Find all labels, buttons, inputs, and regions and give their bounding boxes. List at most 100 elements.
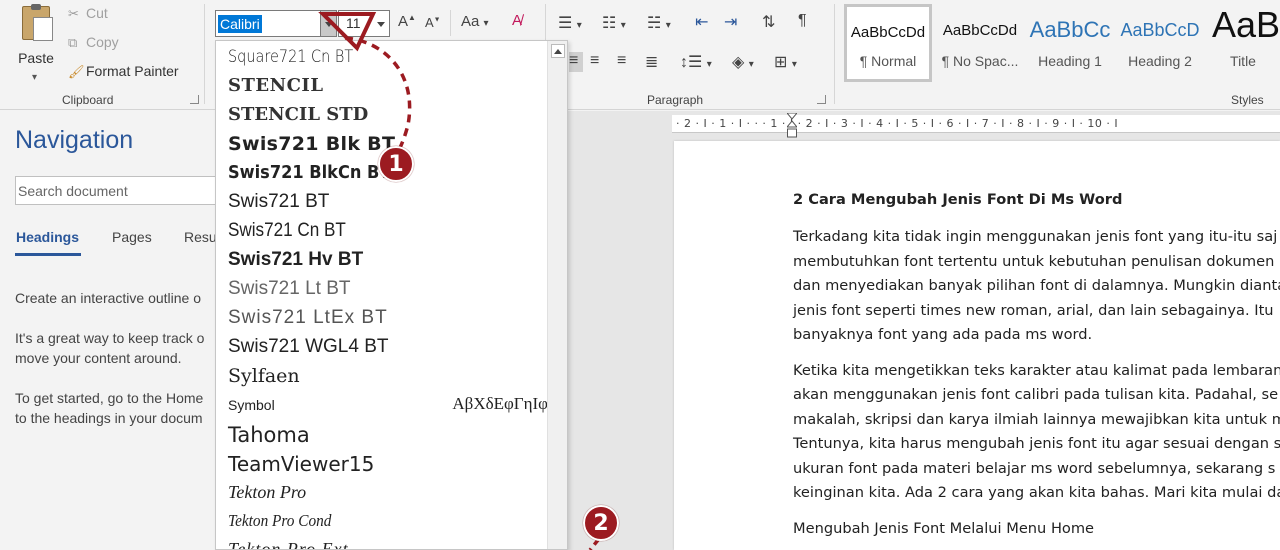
tab-results[interactable]: Resu [184, 229, 217, 245]
style-sample: AaB [1212, 4, 1280, 45]
ribbon: Paste ▾ ✂ Cut ⧉ Copy 🖌Format Painter Clipb… [0, 0, 1280, 110]
numbering-icon[interactable]: ☷ ▾ [602, 13, 626, 33]
active-tab-indicator [15, 253, 81, 256]
text-line: membutuhkan font tertentu untuk kebutuha… [793, 252, 1275, 270]
font-option[interactable]: Tahoma [228, 423, 548, 447]
format-painter-button[interactable]: 🖌Format Painter [68, 60, 179, 82]
font-option[interactable]: Tekton Pro [228, 482, 548, 503]
text-line: jenis font seperti times new roman, aria… [793, 301, 1274, 319]
page-content: 2 Cara Mengubah Jenis Font Di Ms Word Te… [793, 188, 1280, 541]
font-option[interactable]: STENCIL STD [228, 104, 548, 125]
font-option[interactable]: Tekton Pro Ext [228, 539, 548, 549]
decrease-indent-icon[interactable]: ⇤ [695, 12, 708, 32]
copy-label: Copy [86, 34, 119, 50]
text-line: akan menggunakan jenis font calibri pada… [793, 386, 1279, 403]
style-heading-1[interactable]: AaBbCc Heading 1 [1026, 4, 1114, 82]
font-option[interactable]: Swis721 LtEx BT [228, 307, 548, 329]
toolbar-divider [450, 10, 451, 36]
font-option[interactable]: Swis721 Lt BT [228, 278, 548, 300]
line-spacing-icon[interactable]: ↕☰ ▾ [680, 52, 712, 72]
font-option[interactable]: Swis721 Cn BT [228, 220, 516, 242]
style-sample: AaBbCc [1029, 17, 1111, 42]
align-right-icon[interactable]: ≡ [617, 52, 626, 70]
clear-formatting-icon[interactable]: A̸ [512, 12, 522, 29]
text-line: Ketika kita mengetikkan teks karakter at… [793, 361, 1280, 379]
paragraph-3: Mengubah Jenis Font Melalui Menu Home [793, 519, 1095, 537]
font-list-scrollbar[interactable] [547, 41, 567, 549]
paste-button[interactable]: Paste ▾ [10, 4, 62, 84]
paste-label: Paste [18, 50, 54, 66]
style-name: Heading 2 [1128, 53, 1192, 69]
text-line: Terkadang kita tidak ingin menggunakan j… [793, 228, 1278, 245]
text-line: banyaknya font yang ada pada ms word. [793, 326, 1093, 343]
align-left-icon[interactable]: ≡ [569, 52, 583, 72]
shrink-font-button[interactable]: A▼ [425, 15, 441, 30]
clipboard-launcher-icon[interactable] [190, 95, 199, 104]
style-name: Heading 1 [1038, 53, 1102, 69]
shrink-font-icon: A [425, 15, 434, 30]
paragraph-1: Terkadang kita tidak ingin menggunakan j… [793, 225, 1280, 348]
paragraph-group-label: Paragraph [647, 93, 704, 107]
style-no-spacing[interactable]: AaBbCcDd ¶ No Spac... [936, 4, 1024, 82]
search-document-input[interactable]: Search document [15, 176, 225, 205]
font-option[interactable]: Square721 Cn BT [228, 47, 500, 67]
font-option[interactable]: STENCIL [228, 75, 548, 96]
group-divider [204, 4, 205, 104]
show-formatting-icon[interactable]: ¶ [798, 12, 807, 30]
style-name: ¶ Normal [859, 53, 917, 69]
document-page[interactable]: 2 Cara Mengubah Jenis Font Di Ms Word Te… [674, 141, 1280, 550]
nav-help-text: It's a great way to keep track o [15, 330, 205, 346]
style-title[interactable]: AaB Title [1206, 4, 1280, 82]
font-option[interactable]: Swis721 Hv BT [228, 249, 548, 271]
copy-button[interactable]: ⧉ Copy [68, 31, 119, 53]
sort-icon[interactable]: ⇅ [762, 12, 775, 32]
group-divider [834, 4, 835, 104]
paragraph-launcher-icon[interactable] [817, 95, 826, 104]
step-badge-2: 2 [583, 505, 619, 541]
font-option-symbol[interactable]: Symbol ΑβΧδΕφΓηΙφ [228, 394, 548, 413]
paragraph-2: Ketika kita mengetikkan teks karakter at… [793, 359, 1280, 506]
change-case-button[interactable]: Aa ▾ [461, 13, 489, 30]
paste-icon [22, 4, 53, 41]
text-line: keinginan kita. Ada 2 cara yang akan kit… [793, 484, 1280, 501]
justify-icon[interactable]: ≣ [645, 52, 658, 72]
tab-pages[interactable]: Pages [112, 229, 152, 245]
font-name-combobox[interactable]: Calibri [215, 10, 321, 37]
indent-marker-icon[interactable] [787, 113, 797, 141]
navigation-title: Navigation [15, 126, 134, 154]
style-name: Title [1230, 53, 1256, 69]
cut-label: Cut [86, 5, 108, 21]
font-name-value: Calibri [218, 15, 262, 33]
font-dropdown-list[interactable]: Square721 Cn BT STENCIL STENCIL STD Swis… [215, 40, 568, 550]
cut-button[interactable]: ✂ Cut [68, 2, 108, 24]
nav-help-text: to the headings in your docum [15, 410, 203, 426]
style-normal[interactable]: AaBbCcDd ¶ Normal [844, 4, 932, 82]
text-line: Tentunya, kita harus mengubah jenis font… [793, 435, 1280, 452]
increase-indent-icon[interactable]: ⇥ [724, 12, 737, 32]
font-option[interactable]: Swis721 BlkCn BT [228, 162, 516, 183]
font-size-combobox[interactable]: 11 [338, 10, 390, 37]
borders-icon[interactable]: ⊞ ▾ [774, 52, 797, 72]
align-center-icon[interactable]: ≡ [590, 52, 599, 70]
nav-help-text: move your content around. [15, 350, 182, 366]
style-sample: AaBbCcDd [942, 22, 1018, 39]
style-heading-2[interactable]: AaBbCcD Heading 2 [1116, 4, 1204, 82]
font-name-dropdown-button[interactable] [321, 10, 337, 37]
font-option[interactable]: TeamViewer15 [228, 452, 548, 476]
font-option[interactable]: Swis721 WGL4 BT [228, 336, 548, 358]
font-option[interactable]: Tekton Pro Cond [228, 511, 516, 531]
tab-headings[interactable]: Headings [16, 229, 79, 245]
grow-font-button[interactable]: A▲ [398, 13, 416, 30]
document-heading: 2 Cara Mengubah Jenis Font Di Ms Word [793, 191, 1123, 208]
font-option[interactable]: Swis721 BT [228, 191, 548, 213]
scroll-up-icon[interactable] [551, 44, 565, 58]
change-case-icon: Aa [461, 13, 480, 30]
multilevel-list-icon[interactable]: ☵ ▾ [647, 13, 671, 33]
styles-group-label: Styles [1231, 93, 1264, 107]
font-option[interactable]: Sylfaen [228, 365, 548, 387]
bullets-icon[interactable]: ☰ ▾ [558, 13, 582, 33]
shading-icon[interactable]: ◈ ▾ [732, 52, 754, 72]
nav-help-text: To get started, go to the Home [15, 390, 204, 406]
chevron-down-icon[interactable]: ▾ [32, 72, 37, 83]
clipboard-group-label: Clipboard [62, 93, 114, 107]
